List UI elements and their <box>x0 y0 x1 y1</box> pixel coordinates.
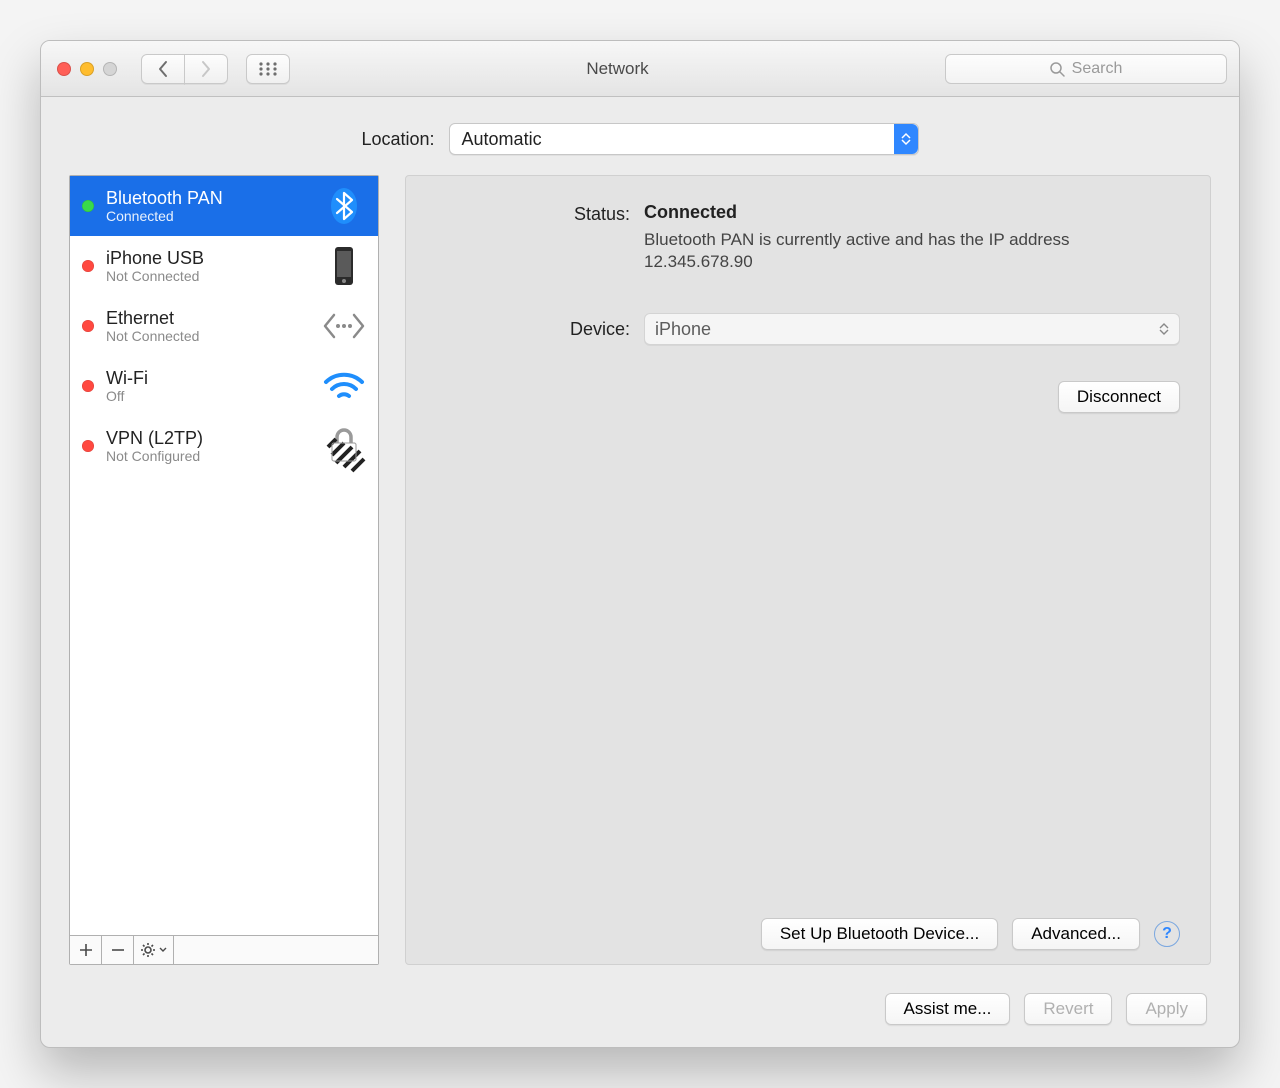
updown-icon <box>1159 323 1169 335</box>
interface-actions-button[interactable] <box>134 936 174 964</box>
sidebar-item-sub: Not Configured <box>106 448 322 464</box>
grid-icon <box>259 62 277 76</box>
sidebar-item-sub: Connected <box>106 208 322 224</box>
chevron-left-icon <box>158 61 168 77</box>
disconnect-button[interactable]: Disconnect <box>1058 381 1180 413</box>
show-all-button[interactable] <box>246 54 290 84</box>
traffic-lights <box>57 62 117 76</box>
vpn-lock-icon <box>322 426 366 466</box>
minimize-window-button[interactable] <box>80 62 94 76</box>
remove-interface-button[interactable] <box>102 936 134 964</box>
assist-me-button[interactable]: Assist me... <box>885 993 1011 1025</box>
status-description: Bluetooth PAN is currently active and ha… <box>644 229 1104 273</box>
sidebar-item-label: Bluetooth PAN <box>106 188 322 208</box>
interface-list: Bluetooth PAN Connected iPhone USB Not C… <box>70 176 378 935</box>
interface-sidebar: Bluetooth PAN Connected iPhone USB Not C… <box>69 175 379 965</box>
location-value: Automatic <box>450 129 894 150</box>
bluetooth-icon <box>322 186 366 226</box>
gear-icon <box>141 942 157 958</box>
status-dot-icon <box>82 440 94 452</box>
sidebar-item-bluetooth-pan[interactable]: Bluetooth PAN Connected <box>70 176 378 236</box>
sidebar-footer <box>70 935 378 964</box>
status-dot-icon <box>82 320 94 332</box>
device-label: Device: <box>436 319 644 340</box>
status-label: Status: <box>436 202 644 225</box>
details-panel: Status: Connected Bluetooth PAN is curre… <box>405 175 1211 965</box>
sidebar-item-label: Ethernet <box>106 308 322 328</box>
minus-icon <box>112 944 124 956</box>
search-icon <box>1050 62 1064 76</box>
device-select[interactable]: iPhone <box>644 313 1180 345</box>
sidebar-item-iphone-usb[interactable]: iPhone USB Not Connected <box>70 236 378 296</box>
network-preferences-window: Network Search Location: Automatic Bluet… <box>40 40 1240 1048</box>
location-select[interactable]: Automatic <box>449 123 919 155</box>
ethernet-icon <box>322 306 366 346</box>
status-value: Connected <box>644 202 1180 223</box>
sidebar-item-vpn[interactable]: VPN (L2TP) Not Configured <box>70 416 378 476</box>
updown-icon <box>894 124 918 154</box>
plus-icon <box>80 944 92 956</box>
sidebar-item-sub: Not Connected <box>106 328 322 344</box>
location-row: Location: Automatic <box>41 97 1239 175</box>
zoom-window-button <box>103 62 117 76</box>
status-dot-icon <box>82 200 94 212</box>
setup-bluetooth-button[interactable]: Set Up Bluetooth Device... <box>761 918 998 950</box>
advanced-button[interactable]: Advanced... <box>1012 918 1140 950</box>
window-footer: Assist me... Revert Apply <box>41 977 1239 1047</box>
close-window-button[interactable] <box>57 62 71 76</box>
search-field[interactable]: Search <box>945 54 1227 84</box>
back-button[interactable] <box>141 54 185 84</box>
apply-button: Apply <box>1126 993 1207 1025</box>
sidebar-item-ethernet[interactable]: Ethernet Not Connected <box>70 296 378 356</box>
wifi-icon <box>322 366 366 406</box>
help-button[interactable]: ? <box>1154 921 1180 947</box>
add-interface-button[interactable] <box>70 936 102 964</box>
chevron-right-icon <box>201 61 211 77</box>
device-value: iPhone <box>655 319 711 340</box>
sidebar-item-wifi[interactable]: Wi-Fi Off <box>70 356 378 416</box>
sidebar-item-sub: Not Connected <box>106 268 322 284</box>
revert-button: Revert <box>1024 993 1112 1025</box>
location-label: Location: <box>361 129 434 150</box>
status-dot-icon <box>82 380 94 392</box>
sidebar-item-sub: Off <box>106 388 322 404</box>
forward-button <box>184 54 228 84</box>
search-placeholder: Search <box>1072 60 1123 78</box>
window-title: Network <box>298 59 937 79</box>
titlebar: Network Search <box>41 41 1239 97</box>
chevron-down-icon <box>159 947 167 953</box>
sidebar-item-label: iPhone USB <box>106 248 322 268</box>
sidebar-item-label: Wi-Fi <box>106 368 322 388</box>
status-dot-icon <box>82 260 94 272</box>
iphone-icon <box>322 246 366 286</box>
sidebar-item-label: VPN (L2TP) <box>106 428 322 448</box>
sidebar-footer-spacer <box>174 936 378 964</box>
